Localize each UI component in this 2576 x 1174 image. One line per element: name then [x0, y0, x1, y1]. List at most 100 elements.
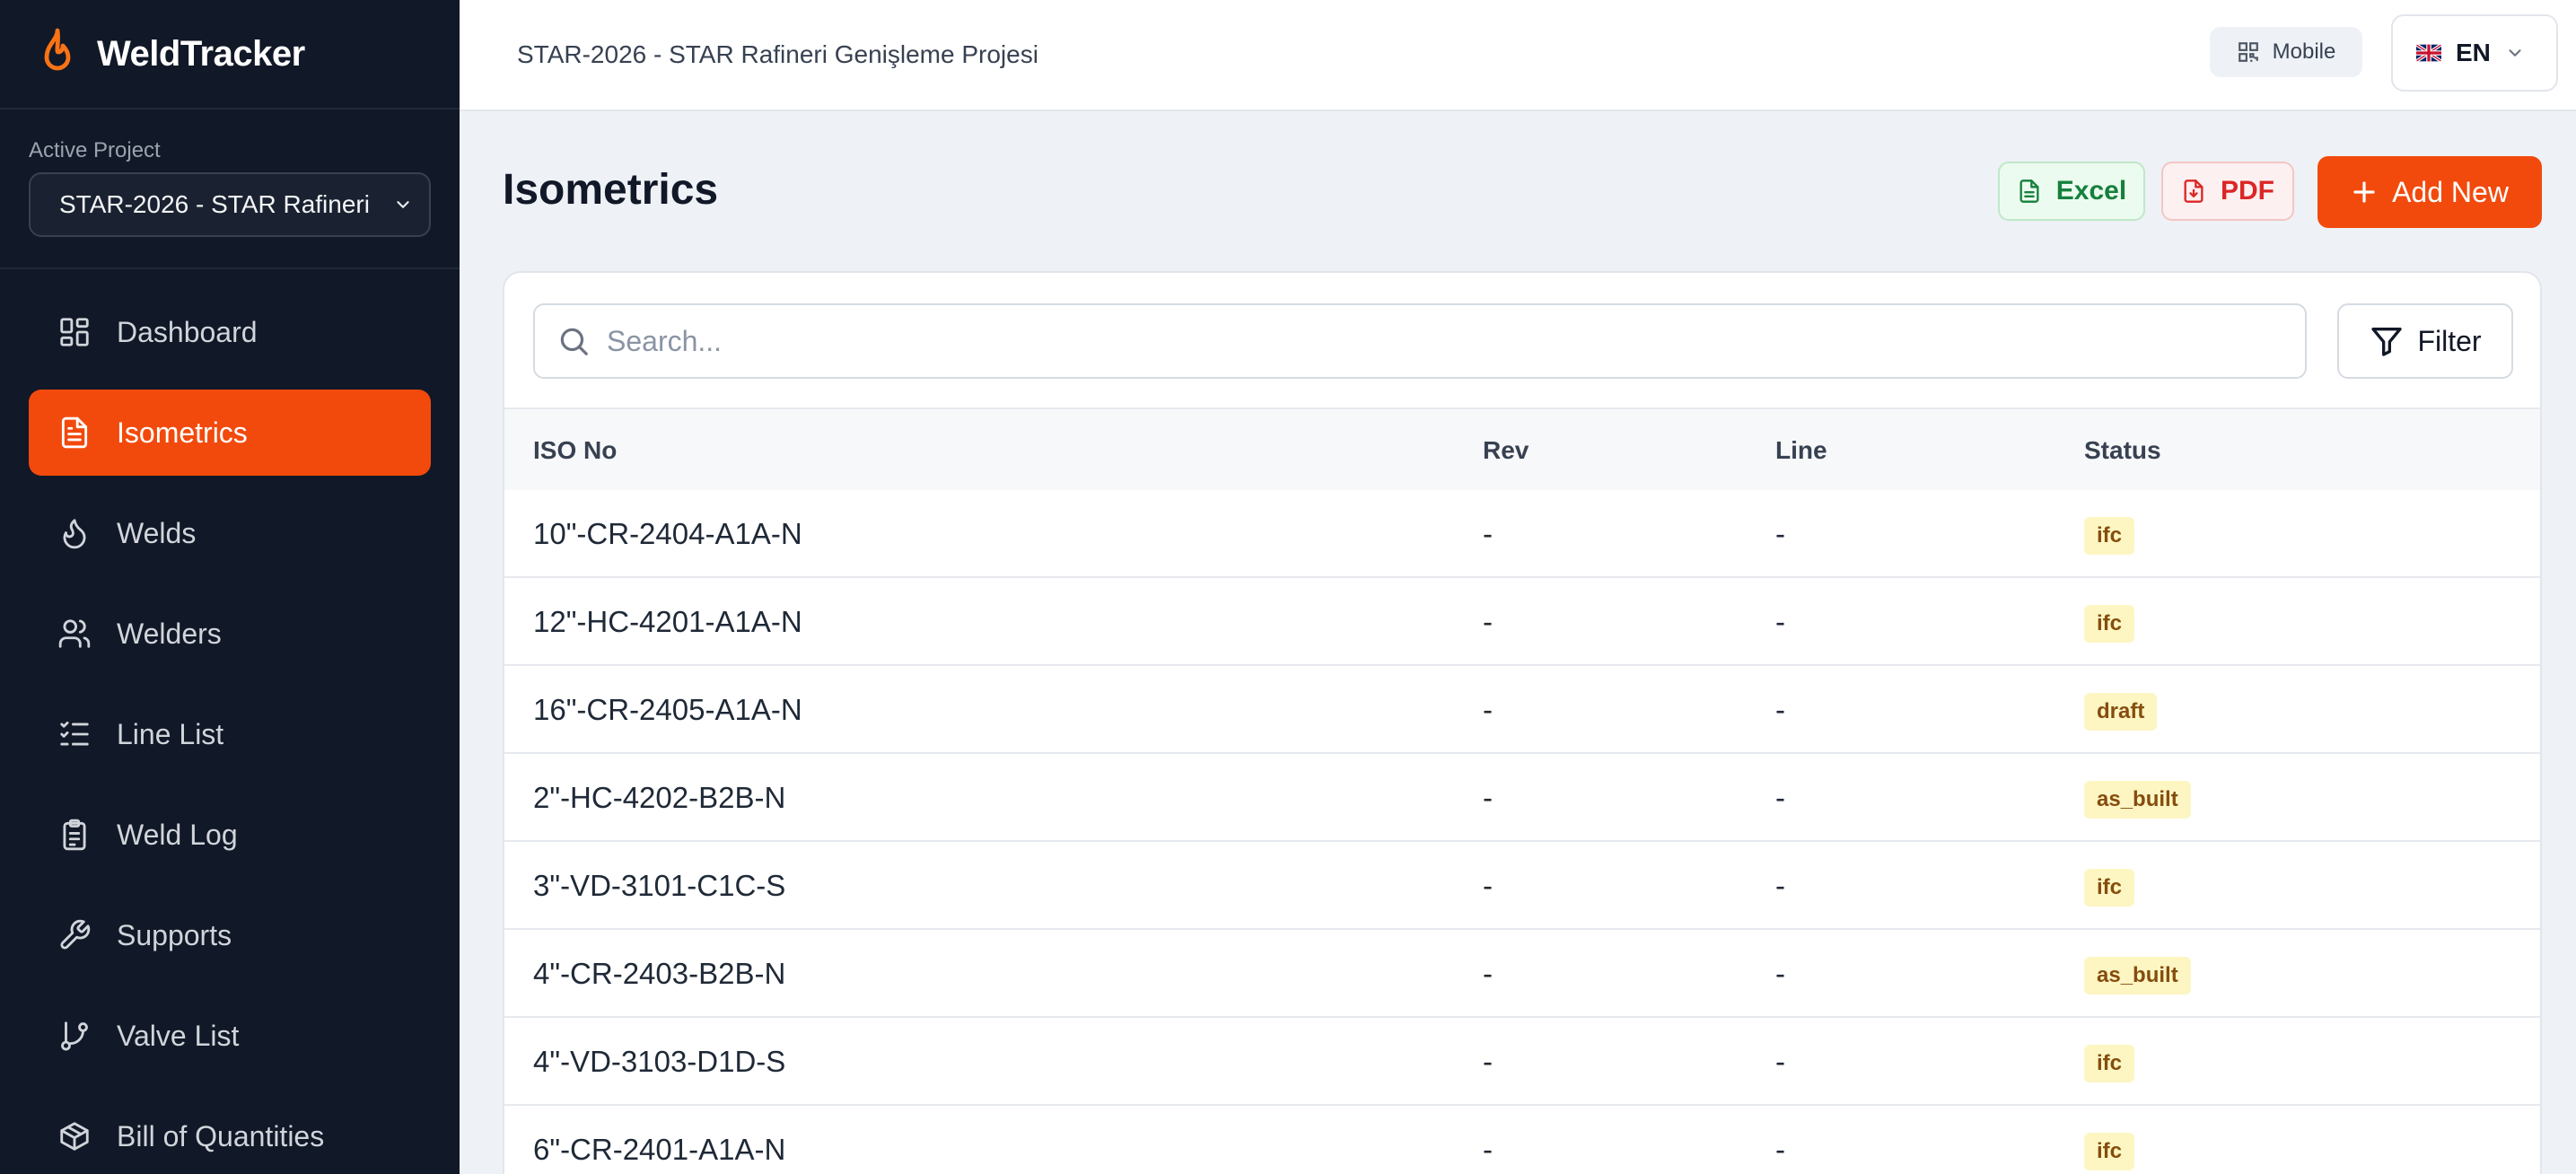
export-excel-button[interactable]: Excel: [1998, 162, 2145, 221]
iso-no-cell: 2"-HC-4202-B2B-N: [533, 781, 786, 814]
sidebar-item-label: Welds: [117, 516, 197, 549]
column-header-iso-no[interactable]: ISO No: [533, 436, 617, 465]
sidebar-nav: Dashboard Isometrics Welds Welders Line …: [0, 269, 460, 1174]
header-project-title: STAR-2026 - STAR Rafineri Genişleme Proj…: [517, 40, 1038, 68]
search-icon: [560, 328, 588, 355]
rev-cell: -: [1483, 869, 1493, 902]
project-label: Active Project: [29, 138, 161, 162]
table-row[interactable]: 3"-VD-3101-C1C-S - - ifc: [504, 842, 2540, 930]
language-select[interactable]: EN: [2391, 14, 2558, 92]
wrench-icon: [60, 919, 91, 950]
chevron-down-icon: [397, 201, 409, 208]
flame-logo-icon: [44, 28, 71, 71]
status-badge: draft: [2084, 693, 2158, 731]
table-row[interactable]: 12"-HC-4201-A1A-N - - ifc: [504, 578, 2540, 666]
status-badge: ifc: [2084, 517, 2135, 555]
filter-button[interactable]: Filter: [2337, 303, 2513, 379]
iso-no-cell: 4"-CR-2403-B2B-N: [533, 957, 786, 990]
sidebar-item-label: Bill of Quantities: [117, 1119, 325, 1152]
status-badge: as_built: [2084, 781, 2191, 819]
branch-icon: [61, 1021, 88, 1051]
search-input[interactable]: Search...: [533, 303, 2307, 379]
sidebar-item-label: Welders: [117, 617, 222, 650]
line-cell: -: [1775, 869, 1785, 902]
table-row[interactable]: 2"-HC-4202-B2B-N - - as_built: [504, 754, 2540, 842]
status-badge: as_built: [2084, 957, 2191, 994]
sidebar-item-supports[interactable]: Supports: [29, 892, 431, 978]
brand[interactable]: WeldTracker: [0, 0, 460, 110]
line-cell: -: [1775, 1045, 1785, 1078]
table-row[interactable]: 4"-VD-3103-D1D-S - - ifc: [504, 1018, 2540, 1106]
project-select[interactable]: STAR-2026 - STAR Rafineri: [29, 172, 431, 237]
status-badge: ifc: [2084, 1045, 2135, 1082]
document-icon: [61, 416, 88, 449]
table-row[interactable]: 16"-CR-2405-A1A-N - - draft: [504, 666, 2540, 754]
sidebar-item-isometrics[interactable]: Isometrics: [29, 390, 431, 476]
column-header-line[interactable]: Line: [1775, 436, 1827, 465]
sidebar-item-weld-log[interactable]: Weld Log: [29, 792, 431, 878]
table-row[interactable]: 6"-CR-2401-A1A-N - - ifc: [504, 1106, 2540, 1174]
uk-flag-icon: [2416, 44, 2441, 62]
line-cell: -: [1775, 605, 1785, 638]
file-download-icon: [2184, 180, 2204, 203]
search-placeholder: Search...: [607, 324, 723, 357]
iso-no-cell: 4"-VD-3103-D1D-S: [533, 1045, 786, 1078]
status-badge: ifc: [2084, 1133, 2135, 1170]
app-name: WeldTracker: [97, 33, 305, 74]
sidebar-item-label: Supports: [117, 918, 232, 951]
iso-no-cell: 12"-HC-4201-A1A-N: [533, 605, 802, 638]
column-header-status[interactable]: Status: [2084, 436, 2161, 465]
flame-icon: [63, 519, 86, 549]
mobile-button[interactable]: Mobile: [2210, 27, 2362, 77]
project-select-value: STAR-2026 - STAR Rafineri: [59, 190, 370, 218]
export-pdf-button[interactable]: PDF: [2161, 162, 2294, 221]
sidebar-item-label: Weld Log: [117, 818, 238, 851]
users-icon: [58, 619, 91, 648]
excel-label: Excel: [2055, 176, 2127, 206]
sidebar-item-label: Line List: [117, 717, 224, 750]
table-row[interactable]: 4"-CR-2403-B2B-N - - as_built: [504, 930, 2540, 1018]
checklist-icon: [60, 721, 89, 746]
filter-label: Filter: [2417, 324, 2482, 357]
sidebar: WeldTracker Active Project STAR-2026 - S…: [0, 0, 460, 1174]
rev-cell: -: [1483, 605, 1493, 638]
iso-no-cell: 10"-CR-2404-A1A-N: [533, 517, 802, 550]
table-row[interactable]: 10"-CR-2404-A1A-N - - ifc: [504, 490, 2540, 578]
column-header-rev[interactable]: Rev: [1483, 436, 1529, 465]
add-new-button[interactable]: Add New: [2318, 156, 2542, 228]
status-badge: ifc: [2084, 869, 2135, 907]
rev-cell: -: [1483, 1133, 1493, 1166]
pdf-label: PDF: [2221, 176, 2274, 206]
plus-icon: [2353, 181, 2375, 203]
rev-cell: -: [1483, 957, 1493, 990]
line-cell: -: [1775, 781, 1785, 814]
isometrics-card: Search... Filter ISO No Rev Line Status …: [503, 271, 2542, 1174]
status-badge: ifc: [2084, 605, 2135, 643]
language-label: EN: [2456, 39, 2491, 66]
line-cell: -: [1775, 517, 1785, 550]
table-header: ISO No Rev Line Status: [504, 407, 2540, 490]
rev-cell: -: [1483, 517, 1493, 550]
top-header: STAR-2026 - STAR Rafineri Genişleme Proj…: [460, 0, 2576, 111]
sidebar-item-welders[interactable]: Welders: [29, 591, 431, 677]
mobile-label: Mobile: [2272, 39, 2336, 64]
filter-icon: [2371, 328, 2403, 356]
rev-cell: -: [1483, 693, 1493, 726]
qr-code-icon: [2238, 42, 2258, 62]
iso-no-cell: 6"-CR-2401-A1A-N: [533, 1133, 786, 1166]
project-selector-block: Active Project STAR-2026 - STAR Rafineri: [0, 110, 460, 269]
sidebar-item-label: Dashboard: [117, 315, 258, 348]
table-body: 10"-CR-2404-A1A-N - - ifc 12"-HC-4201-A1…: [504, 490, 2540, 1174]
rev-cell: -: [1483, 781, 1493, 814]
sidebar-item-valve-list[interactable]: Valve List: [29, 993, 431, 1079]
line-cell: -: [1775, 693, 1785, 726]
iso-no-cell: 16"-CR-2405-A1A-N: [533, 693, 802, 726]
add-new-label: Add New: [2392, 175, 2509, 208]
line-cell: -: [1775, 1133, 1785, 1166]
chevron-down-icon: [2509, 49, 2521, 57]
dashboard-icon: [60, 318, 89, 346]
sidebar-item-bill-of-quantities[interactable]: Bill of Quantities: [29, 1093, 431, 1174]
sidebar-item-welds[interactable]: Welds: [29, 490, 431, 576]
sidebar-item-line-list[interactable]: Line List: [29, 691, 431, 777]
sidebar-item-dashboard[interactable]: Dashboard: [29, 289, 431, 375]
